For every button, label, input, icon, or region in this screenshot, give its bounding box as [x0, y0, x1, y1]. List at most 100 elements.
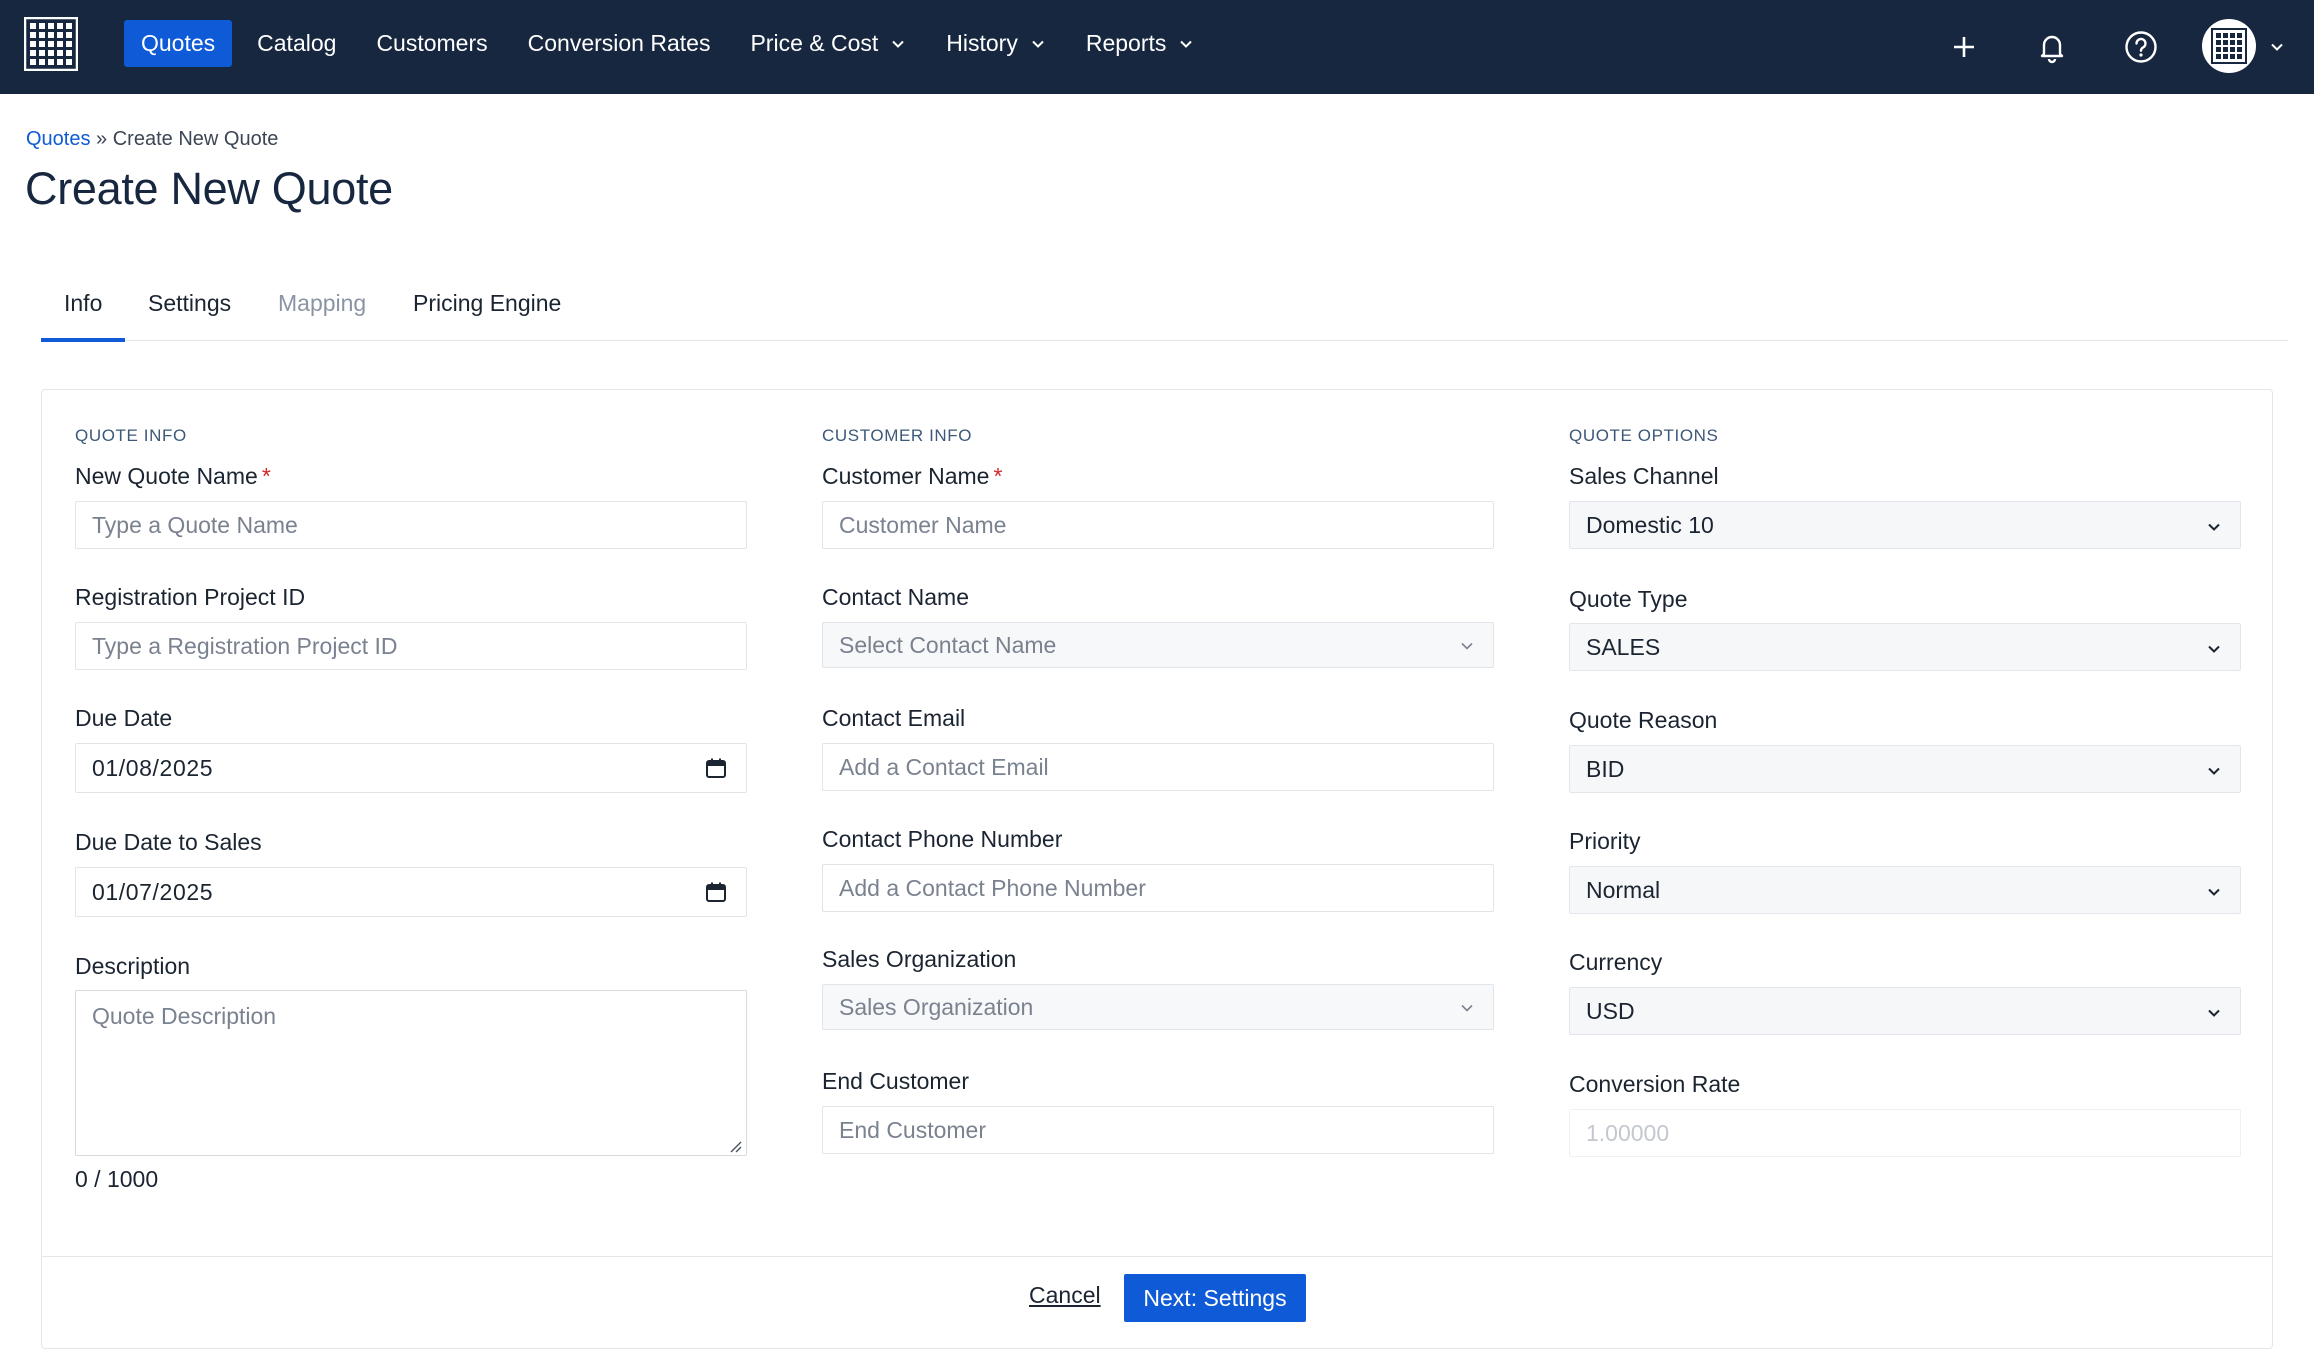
priority-select[interactable]: Normal	[1569, 866, 2241, 914]
quote-reason-select[interactable]: BID	[1569, 745, 2241, 793]
section-label-quote-info: QUOTE INFO	[75, 426, 187, 445]
tab-mapping: Mapping	[278, 290, 367, 316]
chevron-down-icon	[1180, 40, 1193, 48]
contact-name-placeholder: Select Contact Name	[839, 631, 1057, 658]
top-navigation-bar: Quotes Catalog Customers Conversion Rate…	[0, 0, 2314, 94]
nav-item-customers[interactable]: Customers	[359, 20, 504, 67]
required-mark: *	[993, 463, 1003, 489]
chevron-down-icon	[2208, 888, 2220, 896]
nav-item-label: Catalog	[257, 30, 337, 56]
sales-organization-placeholder: Sales Organization	[839, 993, 1034, 1020]
due-date-input[interactable]: 01/08/2025	[75, 743, 747, 793]
nav-item-label: Quotes	[141, 30, 216, 56]
quote-reason-value: BID	[1586, 755, 1625, 782]
chevron-down-icon	[1461, 642, 1473, 650]
priority-value: Normal	[1586, 876, 1661, 903]
conversion-rate-value: 1.00000	[1586, 1119, 1670, 1146]
quote-reason-label: Quote Reason	[1569, 707, 1718, 733]
tab-pricing-engine[interactable]: Pricing Engine	[413, 280, 561, 341]
contact-email-input[interactable]	[822, 743, 1494, 791]
required-mark: *	[261, 463, 271, 489]
section-label-quote-options: QUOTE OPTIONS	[1569, 426, 1719, 445]
help-circle-icon[interactable]	[2119, 25, 2163, 69]
quote-name-input[interactable]	[75, 501, 747, 549]
plus-icon[interactable]	[1942, 25, 1986, 69]
main-menu: Quotes Catalog Customers Conversion Rate…	[124, 20, 1217, 67]
conversion-rate-label: Conversion Rate	[1569, 1071, 1741, 1097]
nav-item-label: History	[946, 30, 1018, 56]
sales-organization-select[interactable]: Sales Organization	[822, 984, 1494, 1030]
due-date-to-sales-value: 01/07/2025	[92, 878, 214, 905]
contact-email-label: Contact Email	[822, 705, 966, 731]
chevron-down-icon	[892, 40, 904, 48]
bell-icon[interactable]	[2030, 25, 2074, 69]
nav-item-label: Customers	[376, 30, 488, 56]
quote-name-label: New Quote Name *	[75, 463, 271, 490]
due-date-label: Due Date	[75, 705, 173, 731]
priority-label: Priority	[1569, 828, 1641, 854]
sales-organization-label: Sales Organization	[822, 946, 1017, 972]
description-char-counter: 0 / 1000	[75, 1166, 159, 1192]
nav-item-conversion-rates[interactable]: Conversion Rates	[511, 20, 728, 67]
currency-value: USD	[1586, 997, 1635, 1024]
avatar[interactable]	[2202, 19, 2256, 73]
quote-type-value: SALES	[1586, 633, 1661, 660]
sales-channel-label: Sales Channel	[1569, 463, 1719, 489]
quote-type-select[interactable]: SALES	[1569, 623, 2241, 671]
contact-name-label: Contact Name	[822, 584, 970, 610]
nav-item-quotes[interactable]: Quotes	[124, 20, 233, 67]
nav-item-history[interactable]: History	[929, 20, 1063, 67]
due-date-to-sales-label: Due Date to Sales	[75, 829, 262, 855]
nav-item-price-cost[interactable]: Price & Cost	[733, 20, 923, 67]
currency-label: Currency	[1569, 949, 1663, 975]
quote-name-label-text: New Quote Name	[75, 463, 258, 489]
registration-project-id-label: Registration Project ID	[75, 584, 306, 610]
tab-bar: Info Settings Mapping Pricing Engine	[40, 280, 2288, 342]
description-label: Description	[75, 953, 191, 979]
tab-settings[interactable]: Settings	[148, 280, 231, 341]
resize-grip-icon[interactable]	[728, 1139, 742, 1153]
chevron-down-icon	[1461, 1004, 1473, 1012]
description-textarea[interactable]	[75, 990, 747, 1156]
customer-name-label: Customer Name *	[822, 463, 1002, 490]
registration-project-id-input[interactable]	[75, 622, 747, 670]
tab-info[interactable]: Info	[40, 280, 126, 342]
chevron-down-icon	[2208, 645, 2220, 653]
grid-logo-icon[interactable]	[24, 17, 78, 71]
form-footer-divider	[42, 1256, 2272, 1257]
breadcrumb-separator: »	[96, 128, 108, 150]
calendar-icon[interactable]	[704, 880, 728, 904]
end-customer-label: End Customer	[822, 1068, 970, 1094]
sales-channel-value: Domestic 10	[1586, 511, 1714, 538]
contact-name-select[interactable]: Select Contact Name	[822, 622, 1494, 668]
conversion-rate-input: 1.00000	[1569, 1109, 2241, 1157]
chevron-down-icon	[2208, 523, 2220, 531]
contact-phone-label: Contact Phone Number	[822, 826, 1063, 852]
grid-avatar-icon	[2211, 28, 2247, 64]
customer-name-input[interactable]	[822, 501, 1494, 549]
sales-channel-select[interactable]: Domestic 10	[1569, 501, 2241, 549]
chevron-down-icon	[2208, 767, 2220, 775]
end-customer-input[interactable]	[822, 1106, 1494, 1154]
next-settings-button[interactable]: Next: Settings	[1124, 1274, 1306, 1322]
nav-item-label: Conversion Rates	[527, 30, 711, 56]
due-date-to-sales-input[interactable]: 01/07/2025	[75, 867, 747, 917]
cancel-link[interactable]: Cancel	[1029, 1282, 1101, 1309]
chevron-down-icon	[1032, 40, 1044, 48]
chevron-down-icon[interactable]	[2268, 38, 2286, 56]
chevron-down-icon	[2208, 1009, 2220, 1017]
section-label-customer-info: CUSTOMER INFO	[822, 426, 973, 445]
nav-item-catalog[interactable]: Catalog	[240, 20, 353, 67]
nav-item-reports[interactable]: Reports	[1069, 20, 1212, 67]
nav-item-label: Reports	[1085, 30, 1167, 56]
quote-form-card: QUOTE INFO New Quote Name* Registration …	[41, 389, 2273, 1349]
calendar-icon[interactable]	[704, 756, 728, 780]
due-date-value: 01/08/2025	[92, 754, 214, 781]
breadcrumb: Quotes » Create New Quote	[26, 128, 278, 151]
quote-type-label: Quote Type	[1569, 586, 1688, 612]
page-title: Create New Quote	[25, 163, 393, 214]
contact-phone-input[interactable]	[822, 864, 1494, 912]
currency-select[interactable]: USD	[1569, 987, 2241, 1035]
breadcrumb-current: Create New Quote	[112, 128, 279, 150]
breadcrumb-link-quotes[interactable]: Quotes	[26, 128, 90, 150]
